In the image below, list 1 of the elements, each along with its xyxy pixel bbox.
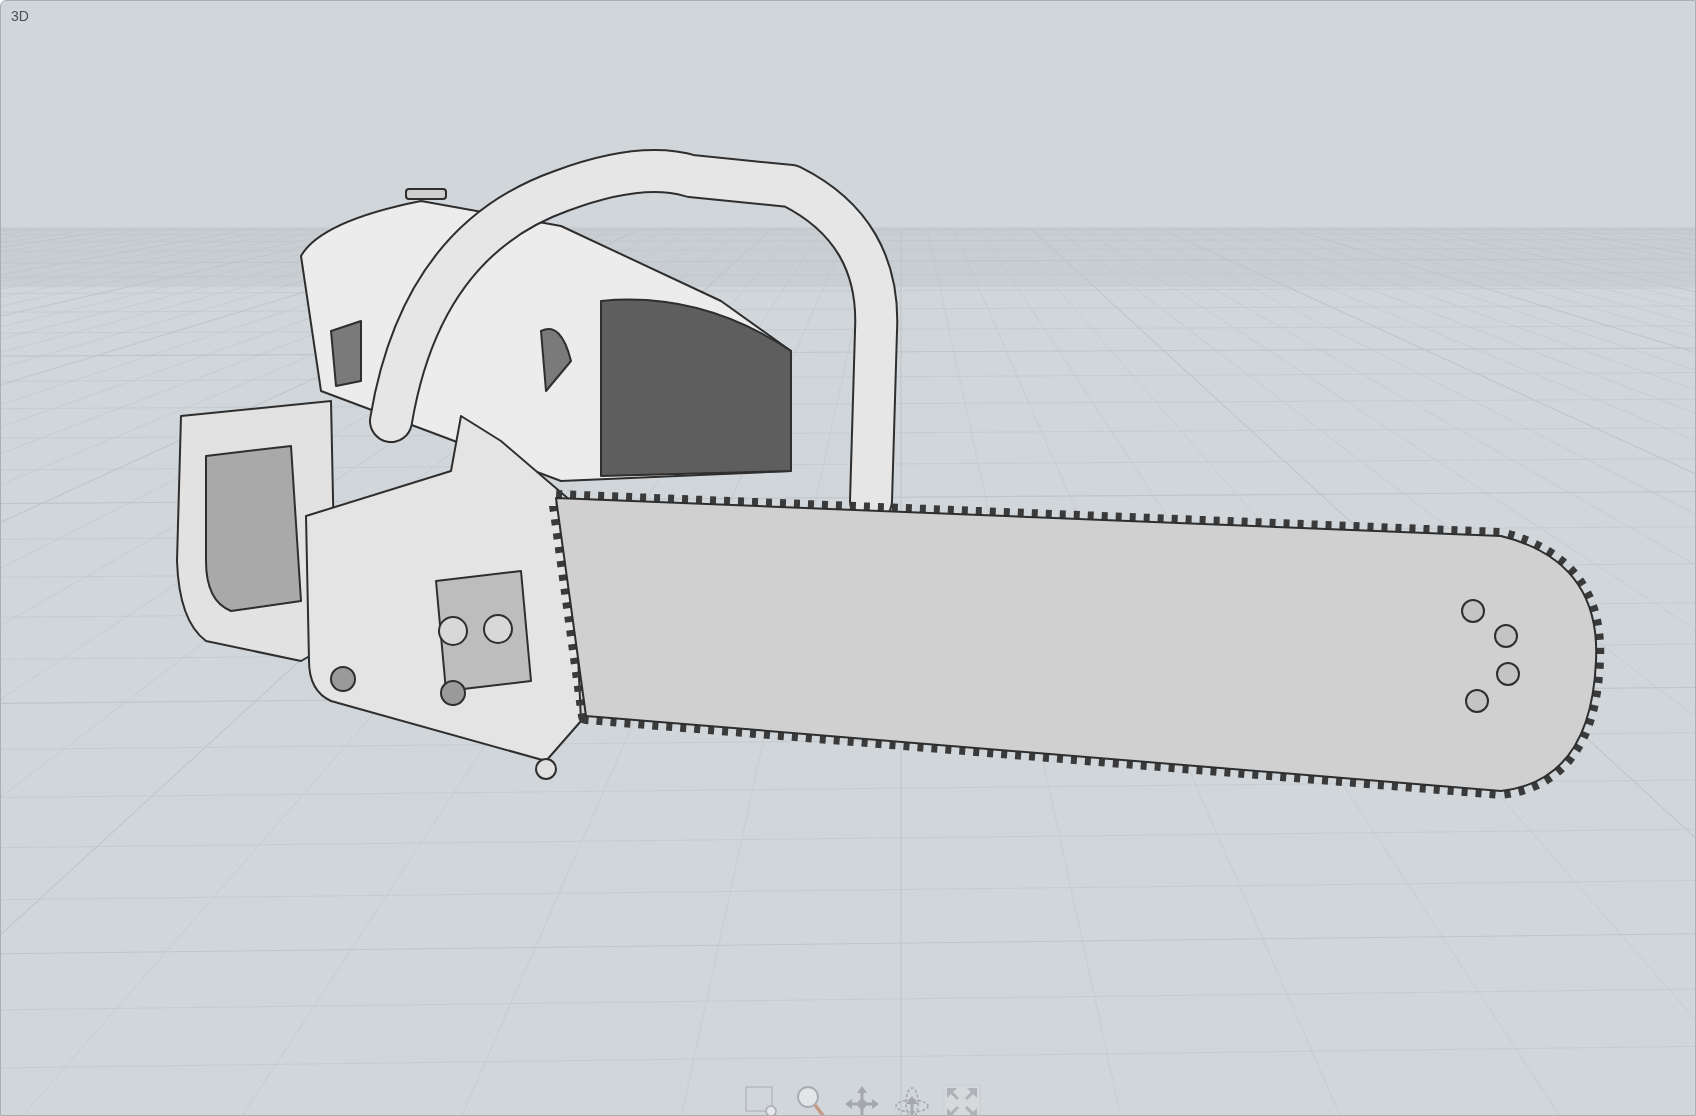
viewport-label: 3D	[11, 8, 29, 24]
